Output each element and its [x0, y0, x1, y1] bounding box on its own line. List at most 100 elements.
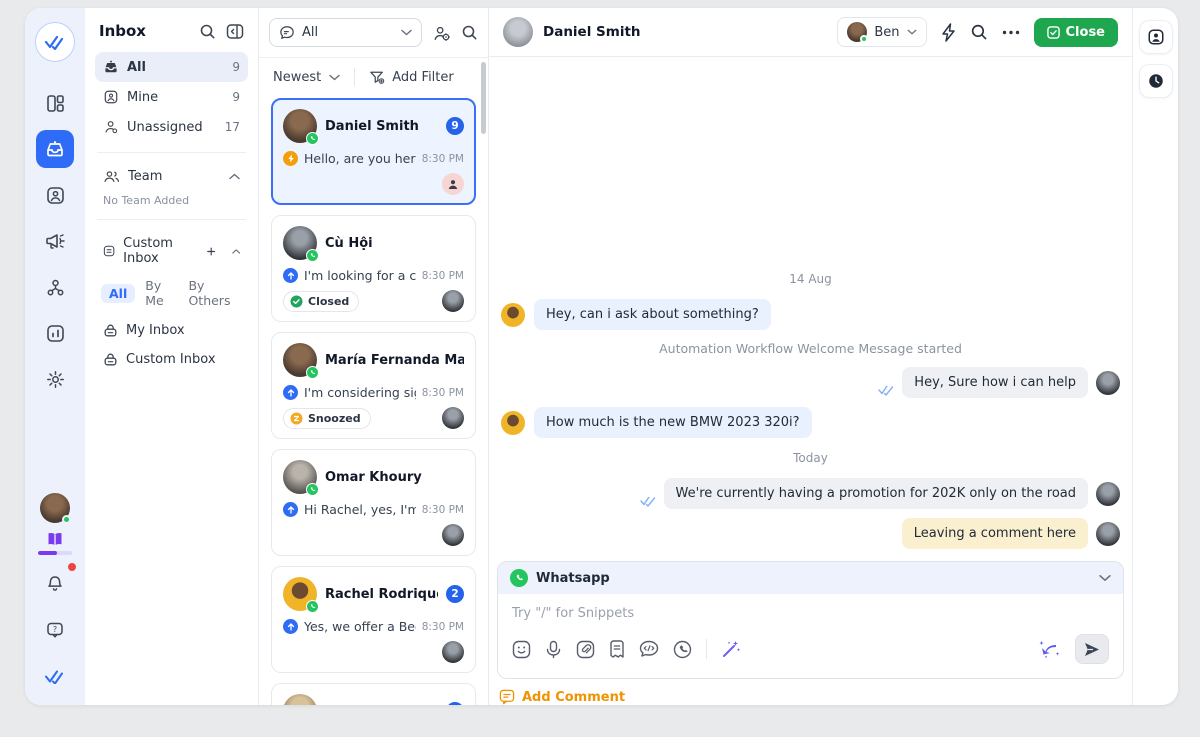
- message-time: 8:30 PM: [422, 270, 464, 282]
- tab-by-me[interactable]: By Me: [145, 278, 178, 308]
- sort-dropdown[interactable]: Newest: [273, 70, 321, 85]
- chevron-down-icon[interactable]: [1099, 574, 1111, 582]
- unread-badge: 2: [446, 585, 464, 603]
- sidebar-item-custom-inbox[interactable]: Custom Inbox: [95, 345, 248, 374]
- sidebar-item-count: 9: [232, 60, 240, 74]
- activity-history-icon[interactable]: [1139, 64, 1173, 98]
- attachment-icon[interactable]: [576, 640, 595, 659]
- lock-icon: [103, 352, 118, 367]
- chat-panel: Daniel Smith Ben Close: [489, 8, 1132, 705]
- snippet-icon[interactable]: [639, 640, 659, 658]
- agent-avatar: [1096, 371, 1120, 395]
- list-scrollbar[interactable]: [481, 62, 486, 134]
- more-options-icon[interactable]: [1002, 30, 1020, 35]
- read-status-icon[interactable]: [36, 657, 74, 695]
- assign-user-icon[interactable]: [432, 24, 451, 42]
- search-conversations-icon[interactable]: [461, 24, 478, 41]
- conversation-card-omar-khoury[interactable]: Omar Khoury Hi Rachel, yes, I'm her... 8…: [271, 449, 476, 556]
- channel-selector[interactable]: Whatsapp: [498, 562, 1123, 594]
- message-time: 8:30 PM: [422, 621, 464, 633]
- sidebar-item-label: Mine: [127, 90, 158, 105]
- message-preview: I'm considering signin...: [304, 385, 416, 400]
- add-filter-button[interactable]: Add Filter: [392, 70, 454, 85]
- sidebar-item-my-inbox[interactable]: My Inbox: [95, 316, 248, 345]
- user-avatar[interactable]: [36, 489, 74, 527]
- add-filter-icon: [369, 70, 385, 85]
- sidebar-item-unassigned[interactable]: Unassigned 17: [95, 112, 248, 142]
- conversation-list: All Newest Add Filter: [259, 8, 489, 705]
- whatsapp-channel-icon: [306, 366, 319, 379]
- divider: [97, 152, 246, 153]
- chevron-up-icon: [232, 248, 240, 255]
- inbox-icon[interactable]: [36, 130, 74, 168]
- outgoing-message: Hey, Sure how i can help: [501, 367, 1120, 398]
- notifications-icon[interactable]: [36, 565, 74, 603]
- search-in-chat-icon[interactable]: [970, 23, 988, 41]
- tab-all[interactable]: All: [101, 284, 135, 303]
- conversation-card-rachel-rodriquez[interactable]: Rachel Rodriquez 2 Yes, we offer a Begin…: [271, 566, 476, 673]
- assignee-name: Ben: [874, 25, 899, 40]
- whatsapp-call-icon[interactable]: [673, 640, 692, 659]
- assignee-dropdown[interactable]: Ben: [837, 17, 926, 47]
- person-card-icon: [103, 89, 119, 105]
- team-section-header[interactable]: Team: [95, 163, 248, 190]
- contact-name: Daniel Smith: [325, 119, 438, 134]
- dashboard-icon[interactable]: [36, 84, 74, 122]
- comment-message: Leaving a comment here: [501, 518, 1120, 549]
- plus-icon[interactable]: [207, 246, 215, 257]
- conversation-card-daniel-smith[interactable]: Daniel Smith 9 Hello, are you here? 8:30…: [271, 98, 476, 205]
- help-icon[interactable]: ?: [36, 611, 74, 649]
- tab-by-others[interactable]: By Others: [188, 278, 242, 308]
- conversation-card-kate-mackenzie[interactable]: Kate Mackenzie 2 Great. How can I enroll…: [271, 683, 476, 705]
- custom-inbox-header[interactable]: Custom Inbox: [95, 230, 248, 272]
- send-button[interactable]: [1075, 634, 1109, 664]
- message-time: 8:30 PM: [422, 504, 464, 516]
- divider: [354, 68, 355, 86]
- close-conversation-button[interactable]: Close: [1034, 18, 1118, 47]
- message-time: 8:30 PM: [422, 153, 464, 165]
- chevron-down-icon[interactable]: [329, 74, 340, 81]
- conversation-card-cu-hoi[interactable]: Cù Hội I'm looking for a cours... 8:30 P…: [271, 215, 476, 322]
- voice-note-icon[interactable]: [545, 640, 562, 659]
- sidebar-item-count: 17: [225, 120, 240, 134]
- ai-assist-icon[interactable]: [721, 639, 741, 659]
- settings-icon[interactable]: [36, 360, 74, 398]
- sidebar-item-label: Custom Inbox: [126, 352, 216, 367]
- whatsapp-icon: [510, 569, 528, 587]
- app-logo-icon: [35, 22, 75, 62]
- reply-status-icon: [283, 268, 298, 283]
- sidebar-item-mine[interactable]: Mine 9: [95, 82, 248, 112]
- contact-avatar: [501, 411, 525, 435]
- collapse-panel-icon[interactable]: [226, 23, 244, 40]
- contact-details-icon[interactable]: [1139, 20, 1173, 54]
- knowledge-base-icon[interactable]: [38, 531, 72, 555]
- quick-actions-icon[interactable]: [941, 23, 956, 42]
- inbox-sidebar: Inbox All 9 Mine 9 Unassigned 17 Tea: [85, 8, 259, 705]
- chat-contact-name: Daniel Smith: [543, 24, 641, 40]
- comment-icon: [499, 689, 515, 705]
- campaigns-icon[interactable]: [36, 222, 74, 260]
- add-comment-button[interactable]: Add Comment: [489, 679, 1132, 705]
- assignee-avatar: [442, 524, 464, 546]
- reports-icon[interactable]: [36, 314, 74, 352]
- org-chart-icon[interactable]: [36, 268, 74, 306]
- divider: [97, 219, 246, 220]
- reply-status-icon: [283, 385, 298, 400]
- conversation-card-maria-fernanda[interactable]: María Fernanda Martínez I'm considering …: [271, 332, 476, 439]
- contact-name: Rachel Rodriquez: [325, 587, 438, 602]
- emoji-icon[interactable]: [512, 640, 531, 659]
- contacts-icon[interactable]: [36, 176, 74, 214]
- sidebar-item-all[interactable]: All 9: [95, 52, 248, 82]
- contact-avatar: [503, 17, 533, 47]
- conversation-filter-select[interactable]: All: [269, 18, 422, 47]
- message-preview: Hi Rachel, yes, I'm her...: [304, 502, 416, 517]
- message-input[interactable]: Try "/" for Snippets: [512, 606, 1109, 632]
- sidebar-search-icon[interactable]: [199, 23, 216, 40]
- notification-badge: [68, 563, 76, 571]
- sidebar-item-count: 9: [232, 90, 240, 104]
- message-preview: Hello, are you here?: [304, 151, 416, 166]
- magic-reply-icon[interactable]: [1037, 639, 1061, 659]
- date-divider: Today: [501, 447, 1120, 469]
- custom-inbox-icon: [103, 243, 115, 259]
- saved-reply-icon[interactable]: [609, 640, 625, 659]
